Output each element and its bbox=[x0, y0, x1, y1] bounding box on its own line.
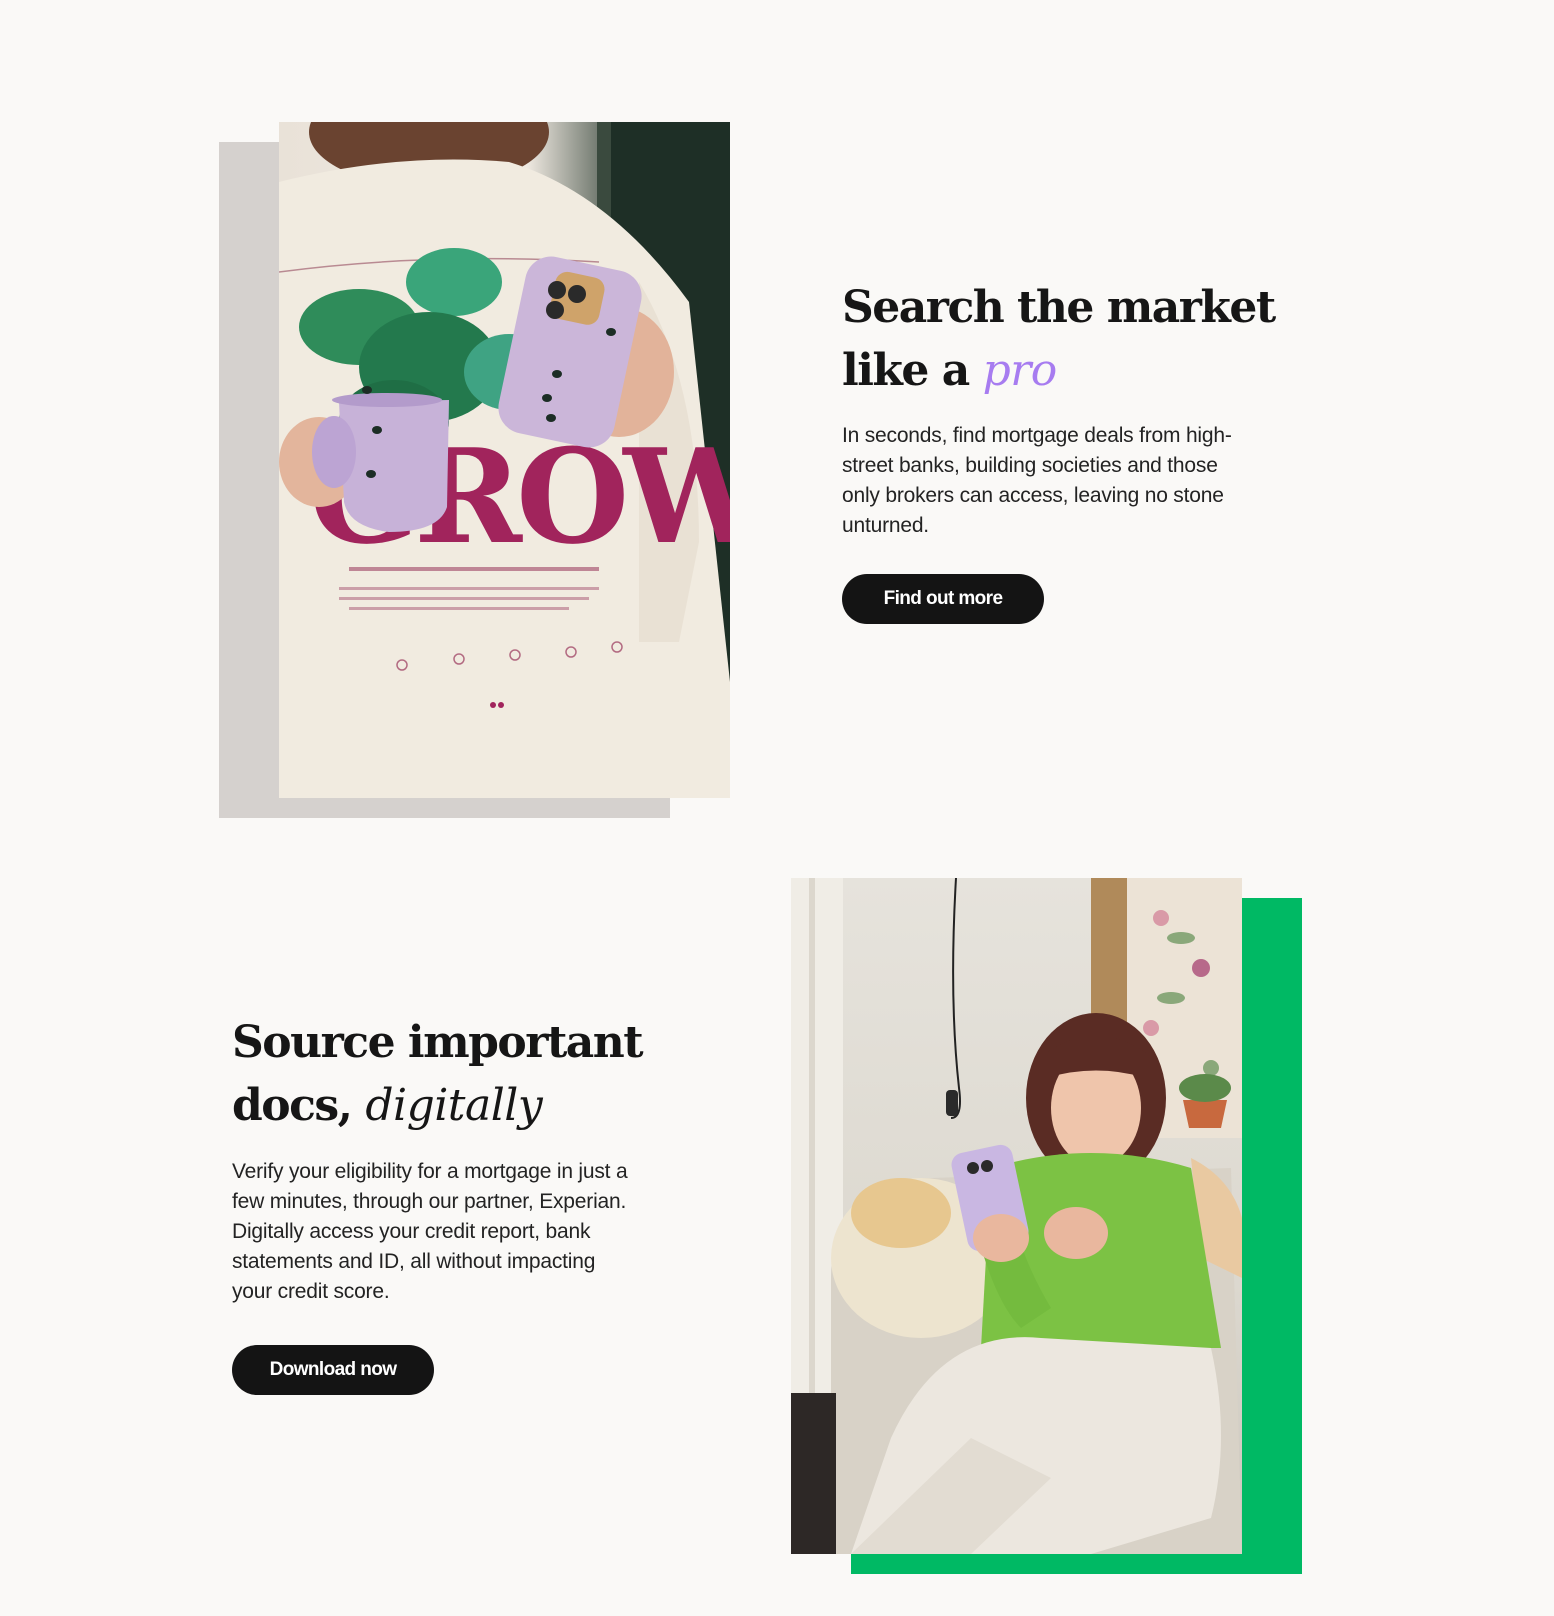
woman-on-sofa-with-phone-photo bbox=[791, 878, 1242, 1554]
heading-line-2-prefix: like a bbox=[842, 345, 970, 396]
feature-docs-description: Verify your eligibility for a mortgage i… bbox=[232, 1160, 628, 1303]
download-now-button[interactable]: Download now bbox=[232, 1345, 434, 1395]
heading-accent-word: digitally bbox=[365, 1080, 543, 1131]
heading-line-1: Search the market bbox=[842, 282, 1276, 333]
feature-docs-heading: Source important docs, digitally bbox=[232, 1011, 672, 1137]
find-out-more-button[interactable]: Find out more bbox=[842, 574, 1044, 624]
feature-search-heading: Search the market like a pro bbox=[842, 276, 1282, 402]
feature-search-description: In seconds, find mortgage deals from hig… bbox=[842, 424, 1232, 537]
heading-accent-word: pro bbox=[982, 345, 1058, 396]
heading-line-2-prefix: docs, bbox=[232, 1080, 353, 1131]
woman-holding-mug-and-phone-photo: GROW bbox=[279, 122, 730, 798]
heading-line-1: Source important bbox=[232, 1017, 644, 1068]
